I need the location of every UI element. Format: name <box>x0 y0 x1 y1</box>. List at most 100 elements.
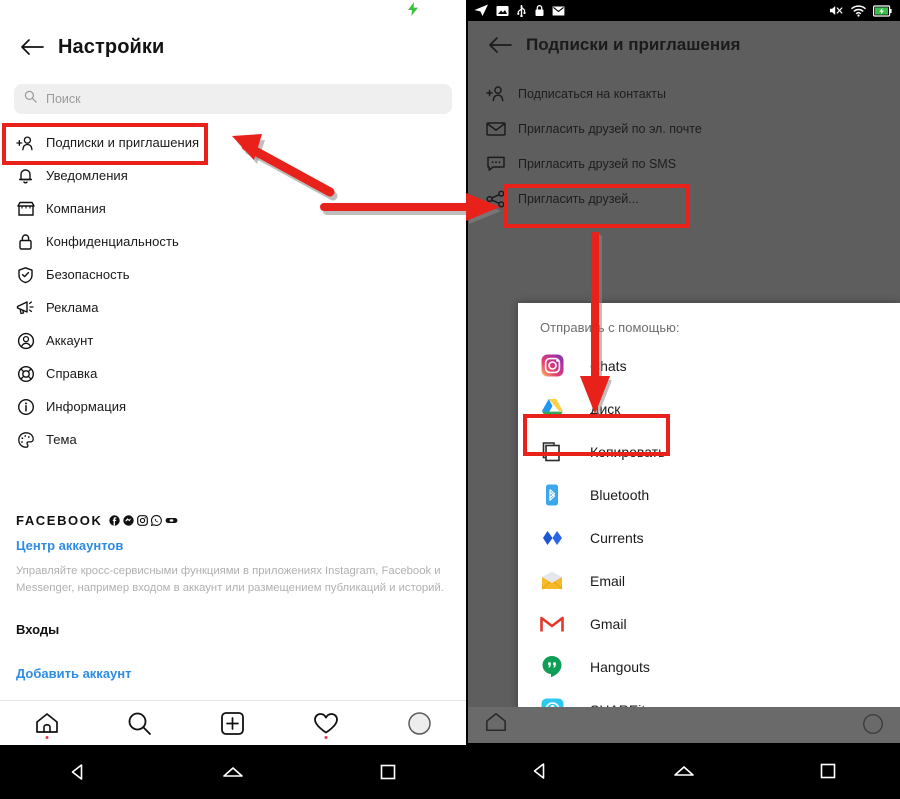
home-icon <box>484 711 508 738</box>
sidebar-item-label: Компания <box>46 201 106 216</box>
share-app-chats[interactable]: Chats <box>518 344 900 387</box>
share-app-email[interactable]: Email <box>518 559 900 602</box>
sidebar-item-theme[interactable]: Тема <box>0 423 466 456</box>
menu-item-invite-friends-share[interactable]: Пригласить друзей... <box>468 181 900 216</box>
nav-activity-button[interactable] <box>286 701 366 746</box>
sidebar-item-label: Безопасность <box>46 267 130 282</box>
menu-item-label: Пригласить друзей по эл. почте <box>518 121 702 136</box>
mail-icon <box>552 6 565 15</box>
menu-item-label: Подписаться на контакты <box>518 86 667 101</box>
search-placeholder: Поиск <box>46 92 81 106</box>
right-back-button[interactable] <box>482 21 518 68</box>
right-phone-screen: Подписки и приглашения Подписаться на ко… <box>468 0 900 799</box>
add-account-link[interactable]: Добавить аккаунт <box>16 666 132 681</box>
lightning-bolt-icon <box>408 2 418 20</box>
share-app-hangouts[interactable]: Hangouts <box>518 645 900 688</box>
sidebar-item-privacy[interactable]: Конфиденциальность <box>0 225 466 258</box>
sidebar-item-label: Конфиденциальность <box>46 234 179 249</box>
screenshot-image-icon <box>496 5 509 16</box>
messenger-icon <box>123 514 135 526</box>
sidebar-item-security[interactable]: Безопасность <box>0 258 466 291</box>
system-home-button[interactable] <box>634 744 734 798</box>
status-right-icons <box>829 0 892 21</box>
accounts-center-link[interactable]: Центр аккаунтов <box>16 538 456 553</box>
share-app-label: Копировать <box>590 443 666 460</box>
email-envelope-icon <box>540 569 564 593</box>
facebook-icon <box>109 514 121 526</box>
person-add-icon <box>486 84 506 104</box>
sidebar-item-label: Реклама <box>46 300 99 315</box>
lock-icon <box>16 232 35 251</box>
megaphone-icon <box>16 298 35 317</box>
system-recents-button[interactable] <box>778 744 878 798</box>
facebook-brand-row: FACEBOOK <box>16 510 456 530</box>
system-home-button[interactable] <box>183 745 283 799</box>
sidebar-item-label: Информация <box>46 399 127 414</box>
bluetooth-icon <box>540 483 564 507</box>
sidebar-item-label: Аккаунт <box>46 333 94 348</box>
shield-check-icon <box>16 265 35 284</box>
sidebar-item-ads[interactable]: Реклама <box>0 291 466 324</box>
bell-icon <box>16 166 35 185</box>
left-back-button[interactable] <box>14 22 50 72</box>
lock-icon <box>535 4 544 16</box>
status-left-icons <box>474 4 565 17</box>
system-back-button[interactable] <box>490 744 590 798</box>
share-nodes-icon <box>486 189 506 209</box>
sidebar-item-label: Подписки и приглашения <box>46 135 200 150</box>
store-icon <box>16 199 35 218</box>
battery-charging-icon <box>873 4 892 17</box>
search-input[interactable]: Поиск <box>14 84 452 114</box>
sidebar-item-subscriptions[interactable]: Подписки и приглашения <box>0 126 466 159</box>
share-app-currents[interactable]: Currents <box>518 516 900 559</box>
right-page-title: Подписки и приглашения <box>526 34 741 54</box>
wifi-icon <box>851 4 866 17</box>
left-page-title: Настройки <box>58 35 165 58</box>
sidebar-item-help[interactable]: Справка <box>0 357 466 390</box>
sms-bubble-icon <box>486 154 506 174</box>
sidebar-item-label: Уведомления <box>46 168 128 183</box>
share-app-gmail[interactable]: Gmail <box>518 602 900 645</box>
left-android-system-nav <box>0 745 466 799</box>
whatsapp-icon <box>151 514 163 526</box>
usb-icon <box>517 5 526 17</box>
share-app-bluetooth[interactable]: Bluetooth <box>518 473 900 516</box>
activity-badge-dot <box>324 735 328 739</box>
sidebar-item-label: Тема <box>46 432 77 447</box>
account-circle-icon <box>16 331 35 350</box>
sidebar-item-info[interactable]: Информация <box>0 390 466 423</box>
left-status-bar <box>0 0 466 22</box>
share-sheet-title: Отправить с помощью: <box>540 320 680 335</box>
share-app-copy[interactable]: Копировать <box>518 430 900 473</box>
profile-avatar-icon <box>862 713 884 740</box>
menu-item-label: Пригласить друзей... <box>518 191 639 206</box>
nav-search-button[interactable] <box>100 701 180 746</box>
facebook-wordmark: FACEBOOK <box>16 512 103 528</box>
nav-add-post-button[interactable] <box>193 701 273 746</box>
menu-item-invite-email[interactable]: Пригласить друзей по эл. почте <box>468 111 900 146</box>
share-app-drive[interactable]: Диск <box>518 387 900 430</box>
sidebar-item-label: Справка <box>46 366 98 381</box>
oculus-icon <box>166 517 178 523</box>
facebook-description: Управляйте кросс-сервисными функциями в … <box>16 565 444 594</box>
sidebar-item-business[interactable]: Компания <box>0 192 466 225</box>
copy-icon <box>540 440 564 464</box>
left-settings-menu: Подписки и приглашения Уведомления Компа… <box>0 126 466 456</box>
share-app-label: Chats <box>590 357 627 374</box>
telegram-send-icon <box>474 4 488 16</box>
gmail-icon <box>540 612 564 636</box>
sidebar-item-account[interactable]: Аккаунт <box>0 324 466 357</box>
system-recents-button[interactable] <box>338 745 438 799</box>
nav-profile-button[interactable] <box>379 701 459 746</box>
instagram-bottom-nav <box>0 700 466 745</box>
right-android-system-nav <box>468 743 900 799</box>
sidebar-item-notifications[interactable]: Уведомления <box>0 159 466 192</box>
menu-item-invite-sms[interactable]: Пригласить друзей по SMS <box>468 146 900 181</box>
share-app-label: Диск <box>590 400 621 417</box>
system-back-button[interactable] <box>28 745 128 799</box>
share-app-label: Currents <box>590 529 644 546</box>
share-sheet-dialog: Отправить с помощью: Chats Диск Копирова… <box>518 303 900 764</box>
menu-item-follow-contacts[interactable]: Подписаться на контакты <box>468 76 900 111</box>
palette-icon <box>16 430 35 449</box>
nav-home-button[interactable] <box>7 701 87 746</box>
